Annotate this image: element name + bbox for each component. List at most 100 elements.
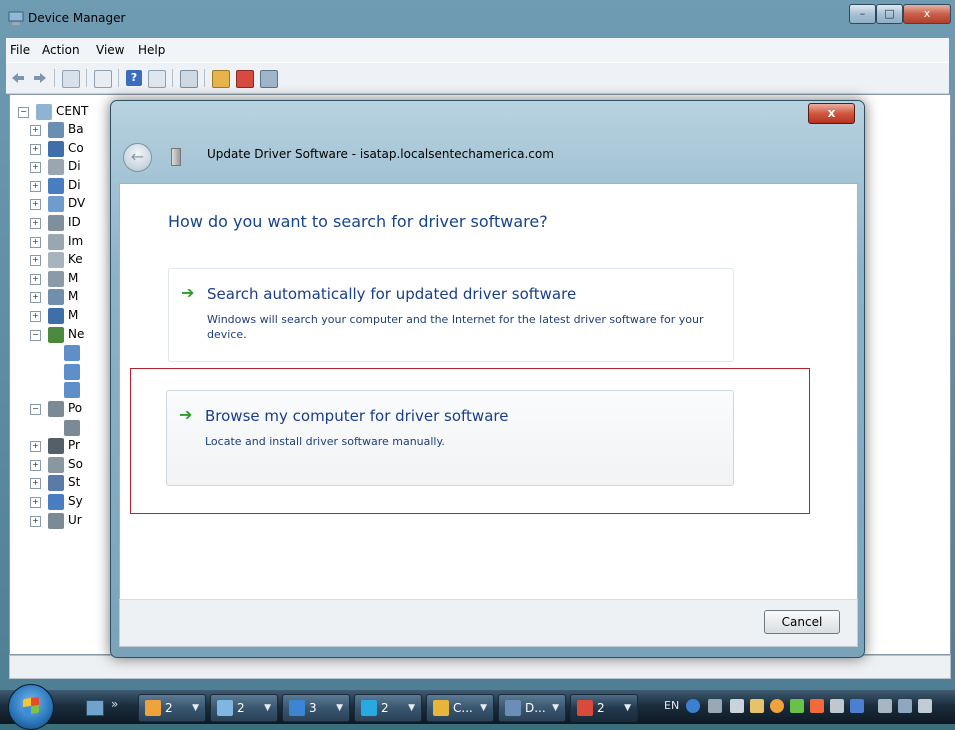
computer-icon	[36, 104, 52, 120]
browse-computer-option[interactable]: ➔ Browse my computer for driver software…	[166, 390, 734, 486]
tree-item-label: So	[68, 456, 83, 471]
tray-icon[interactable]	[730, 699, 744, 713]
taskbar-button[interactable]: D... ▼	[498, 694, 566, 722]
tree-item-label: M	[68, 289, 79, 304]
dropdown-arrow-icon[interactable]: ▼	[552, 695, 559, 721]
forward-arrow-icon[interactable]	[32, 70, 48, 86]
tree-item-label: Ke	[68, 252, 83, 267]
dropdown-arrow-icon[interactable]: ▼	[408, 695, 415, 721]
minimize-button[interactable]: –	[849, 4, 876, 24]
option-title: Browse my computer for driver software	[205, 407, 509, 425]
expand-icon[interactable]: +	[30, 441, 41, 453]
taskbar-button[interactable]: 2 ▼	[570, 694, 638, 722]
collapse-icon[interactable]: −	[30, 329, 41, 341]
expand-icon[interactable]: +	[30, 478, 41, 490]
taskbar-button[interactable]: 2 ▼	[138, 694, 206, 722]
dialog-title: Update Driver Software - isatap.localsen…	[207, 147, 554, 161]
messenger-tray-icon[interactable]	[770, 699, 784, 713]
expand-icon[interactable]: +	[30, 255, 41, 267]
security-tray-icon[interactable]	[790, 699, 804, 713]
taskbar-button-label: 2	[165, 701, 173, 715]
dialog-footer: Cancel	[119, 599, 858, 647]
expand-icon[interactable]: +	[30, 459, 41, 471]
update-driver-dialog: x ← Update Driver Software - isatap.loca…	[110, 100, 865, 658]
start-button[interactable]	[8, 684, 54, 730]
cancel-button[interactable]: Cancel	[764, 610, 840, 634]
back-arrow-icon[interactable]	[10, 70, 26, 86]
dropdown-arrow-icon[interactable]: ▼	[336, 695, 343, 721]
search-automatically-option[interactable]: ➔ Search automatically for updated drive…	[168, 268, 734, 362]
question-heading: How do you want to search for driver sof…	[168, 212, 548, 231]
properties-icon[interactable]	[62, 70, 80, 88]
taskbar-button[interactable]: 3 ▼	[282, 694, 350, 722]
taskbar-button[interactable]: 2 ▼	[354, 694, 422, 722]
device-category-icon	[48, 438, 64, 455]
expand-icon[interactable]: +	[30, 515, 41, 527]
help-icon[interactable]: ?	[126, 70, 142, 86]
device-tray-icon[interactable]	[878, 699, 892, 713]
taskbar-button-label: D...	[525, 701, 546, 715]
taskbar-button-label: 2	[597, 701, 605, 715]
collapse-icon[interactable]: −	[18, 107, 29, 118]
dialog-header: ← Update Driver Software - isatap.locals…	[111, 131, 864, 183]
show-desktop-icon[interactable]	[86, 700, 104, 716]
tray-icon[interactable]	[810, 699, 824, 713]
menu-help[interactable]: Help	[138, 43, 165, 57]
menu-file[interactable]: File	[10, 43, 30, 57]
uninstall-icon[interactable]	[260, 70, 278, 88]
device-category-icon	[48, 308, 64, 324]
tree-item-label: Di	[68, 177, 81, 192]
back-button[interactable]: ←	[123, 143, 152, 172]
expand-icon[interactable]: +	[30, 273, 41, 285]
disable-icon[interactable]	[236, 70, 254, 88]
tree-item-label: Im	[68, 233, 84, 248]
tray-icon[interactable]	[850, 699, 864, 713]
taskbar-button-label: 2	[381, 701, 389, 715]
language-indicator[interactable]: EN	[664, 699, 679, 712]
device-category-icon	[48, 215, 64, 231]
expand-icon[interactable]: +	[30, 311, 41, 322]
update-driver-icon[interactable]	[212, 70, 230, 88]
scan-icon[interactable]	[180, 70, 198, 88]
status-bar	[9, 655, 951, 679]
menu-view[interactable]: View	[96, 43, 124, 57]
expand-icon[interactable]: +	[30, 180, 41, 192]
dropdown-arrow-icon[interactable]: ▼	[264, 695, 271, 721]
dialog-close-button[interactable]: x	[808, 103, 855, 124]
maximize-button[interactable]: □	[876, 4, 903, 24]
expand-icon[interactable]: +	[30, 218, 41, 229]
mail-tray-icon[interactable]	[750, 699, 764, 713]
dropdown-arrow-icon[interactable]: ▼	[192, 695, 199, 721]
volume-icon[interactable]	[918, 699, 932, 713]
help-tray-icon[interactable]	[686, 699, 700, 713]
quicklaunch-chevron-icon[interactable]: »	[111, 697, 118, 711]
device-icon	[171, 148, 181, 166]
menu-bar: File Action View Help	[6, 38, 949, 62]
collapse-icon[interactable]: −	[30, 404, 41, 415]
title-bar[interactable]: Device Manager – □ x	[0, 0, 955, 38]
expand-icon[interactable]: +	[30, 292, 41, 304]
app-icon	[433, 700, 449, 716]
expand-icon[interactable]: +	[30, 125, 41, 136]
view-icon[interactable]	[94, 70, 112, 88]
app-icon	[505, 700, 521, 716]
tray-icon[interactable]	[708, 699, 722, 713]
network-tray-icon[interactable]	[898, 699, 912, 713]
option-description: Locate and install driver software manua…	[205, 435, 445, 448]
window-close-button[interactable]: x	[903, 4, 951, 24]
expand-icon[interactable]: +	[30, 236, 41, 248]
device-manager-icon	[8, 10, 24, 26]
expand-icon[interactable]: +	[30, 199, 41, 211]
network-tray-icon[interactable]	[830, 699, 844, 713]
grid-icon[interactable]	[148, 70, 166, 88]
menu-action[interactable]: Action	[42, 43, 80, 57]
dropdown-arrow-icon[interactable]: ▼	[624, 695, 631, 721]
tree-item-label: M	[68, 270, 79, 285]
expand-icon[interactable]: +	[30, 497, 41, 508]
expand-icon[interactable]: +	[30, 162, 41, 174]
taskbar-button[interactable]: C... ▼	[426, 694, 494, 722]
device-category-icon	[48, 456, 64, 473]
expand-icon[interactable]: +	[30, 143, 41, 155]
dropdown-arrow-icon[interactable]: ▼	[480, 695, 487, 721]
taskbar-button[interactable]: 2 ▼	[210, 694, 278, 722]
